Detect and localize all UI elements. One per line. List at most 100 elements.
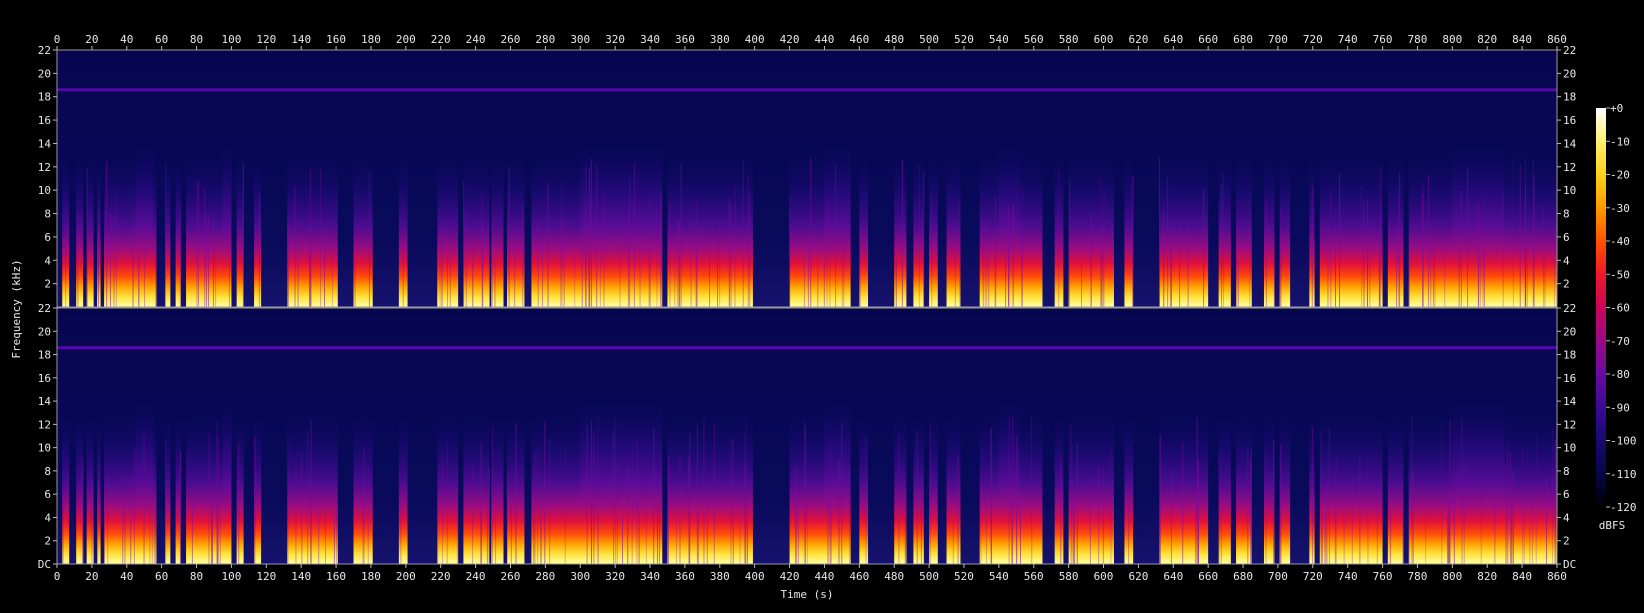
x-tick-label-top: 280 bbox=[535, 33, 555, 46]
x-tick-label-top: 420 bbox=[780, 33, 800, 46]
x-tick-label-bottom: 700 bbox=[1268, 570, 1288, 583]
x-tick-label-bottom: 180 bbox=[361, 570, 381, 583]
y-tick-label-right: 14 bbox=[1563, 395, 1577, 408]
x-tick-label-top: 740 bbox=[1338, 33, 1358, 46]
x-tick-label-top: 760 bbox=[1373, 33, 1393, 46]
colorbar-tick-label: -40 bbox=[1610, 235, 1630, 248]
x-tick-label-top: 60 bbox=[155, 33, 168, 46]
x-tick-label-top: 720 bbox=[1303, 33, 1323, 46]
x-tick-label-top: 40 bbox=[120, 33, 133, 46]
colorbar-ticks: +0 -10 -20 -30 -40 -50 -60 -70 -80 -90 -100 -110 -12… bbox=[1606, 102, 1637, 514]
colorbar-tick-label: -80 bbox=[1610, 368, 1630, 381]
y-tick-label-right: 2 bbox=[1563, 535, 1570, 548]
y-tick-label-right: 16 bbox=[1563, 114, 1576, 127]
y-tick-label-right: 4 bbox=[1563, 254, 1570, 267]
y-tick-label-left: 6 bbox=[44, 488, 51, 501]
x-tick-label-bottom: 300 bbox=[570, 570, 590, 583]
x-tick-label-bottom: 440 bbox=[815, 570, 835, 583]
y-tick-label-left: 22 bbox=[38, 302, 51, 315]
y-tick-label-right: 2 bbox=[1563, 278, 1570, 291]
colorbar-tick-label: -20 bbox=[1610, 169, 1630, 182]
x-tick-label-top: 560 bbox=[1024, 33, 1044, 46]
x-tick-label-bottom: 60 bbox=[155, 570, 168, 583]
y-tick-label-left: 18 bbox=[38, 91, 51, 104]
x-tick-label-bottom: 20 bbox=[85, 570, 98, 583]
y-tick-label-left: 14 bbox=[38, 137, 52, 150]
x-tick-label-bottom: 660 bbox=[1198, 570, 1218, 583]
x-tick-label-bottom: 600 bbox=[1094, 570, 1114, 583]
x-tick-label-bottom: 840 bbox=[1512, 570, 1532, 583]
y-tick-label-left: 16 bbox=[38, 114, 51, 127]
x-tick-label-bottom: 520 bbox=[954, 570, 974, 583]
y-tick-label-right: 14 bbox=[1563, 137, 1577, 150]
y-tick-label-right: 22 bbox=[1563, 44, 1576, 57]
colorbar-tick-label: -100 bbox=[1610, 435, 1637, 448]
x-tick-label-top: 600 bbox=[1094, 33, 1114, 46]
x-tick-label-top: 660 bbox=[1198, 33, 1218, 46]
x-axis-title: Time (s) bbox=[781, 588, 834, 601]
x-tick-label-bottom: 580 bbox=[1059, 570, 1079, 583]
x-tick-label-bottom: 200 bbox=[396, 570, 416, 583]
y-tick-label-right: 10 bbox=[1563, 442, 1576, 455]
x-tick-label-bottom: 560 bbox=[1024, 570, 1044, 583]
y-tick-label-right: 6 bbox=[1563, 231, 1570, 244]
x-tick-label-bottom: 140 bbox=[291, 570, 311, 583]
colorbar-tick-label: -50 bbox=[1610, 268, 1630, 281]
x-tick-label-top: 840 bbox=[1512, 33, 1532, 46]
y-tick-label-left: 18 bbox=[38, 349, 51, 362]
colorbar-tick-label: -70 bbox=[1610, 335, 1630, 348]
x-tick-label-bottom: 100 bbox=[221, 570, 241, 583]
x-tick-label-bottom: 820 bbox=[1477, 570, 1497, 583]
x-tick-label-top: 820 bbox=[1477, 33, 1497, 46]
x-tick-label-top: 400 bbox=[745, 33, 765, 46]
x-tick-label-top: 20 bbox=[85, 33, 98, 46]
y-tick-label-left: 8 bbox=[44, 465, 51, 478]
x-tick-label-bottom: 420 bbox=[780, 570, 800, 583]
y-tick-label-right: 16 bbox=[1563, 372, 1576, 385]
x-tick-label-bottom: 640 bbox=[1163, 570, 1183, 583]
y-tick-label-right: 8 bbox=[1563, 465, 1570, 478]
y-tick-label-right: 20 bbox=[1563, 325, 1576, 338]
colorbar-tick-label: -30 bbox=[1610, 202, 1630, 215]
y-tick-label-left: 6 bbox=[44, 231, 51, 244]
x-tick-label-top: 640 bbox=[1163, 33, 1183, 46]
y-tick-label-left: 2 bbox=[44, 535, 51, 548]
x-tick-label-top: 120 bbox=[256, 33, 276, 46]
y-tick-label-left: 4 bbox=[44, 254, 51, 267]
x-tick-label-top: 500 bbox=[919, 33, 939, 46]
y-tick-label-right: 8 bbox=[1563, 208, 1570, 221]
x-tick-label-bottom: 540 bbox=[989, 570, 1009, 583]
x-tick-label-top: 360 bbox=[675, 33, 695, 46]
x-tick-label-top: 160 bbox=[326, 33, 346, 46]
x-tick-label-top: 680 bbox=[1233, 33, 1253, 46]
x-tick-label-bottom: 160 bbox=[326, 570, 346, 583]
channel-2-plot bbox=[57, 308, 1557, 564]
x-tick-label-bottom: 460 bbox=[849, 570, 869, 583]
x-tick-label-top: 300 bbox=[570, 33, 590, 46]
spectrogram-chart: 0 0 20 20 40 40 60 60 80 80 100 100 120 120 140 140 160 1… bbox=[10, 33, 1637, 601]
x-tick-label-top: 700 bbox=[1268, 33, 1288, 46]
y-tick-label-right: 22 bbox=[1563, 302, 1576, 315]
x-tick-label-bottom: 740 bbox=[1338, 570, 1358, 583]
y-tick-label-left: 20 bbox=[38, 67, 51, 80]
x-tick-label-top: 620 bbox=[1128, 33, 1148, 46]
x-tick-label-bottom: 320 bbox=[605, 570, 625, 583]
x-tick-label-bottom: 280 bbox=[535, 570, 555, 583]
x-tick-label-bottom: 620 bbox=[1128, 570, 1148, 583]
x-tick-label-top: 580 bbox=[1059, 33, 1079, 46]
x-tick-label-top: 0 bbox=[54, 33, 61, 46]
x-tick-label-bottom: 0 bbox=[54, 570, 61, 583]
x-tick-label-top: 320 bbox=[605, 33, 625, 46]
x-tick-label-top: 380 bbox=[710, 33, 730, 46]
x-tick-label-bottom: 260 bbox=[501, 570, 521, 583]
y-tick-label-left: 12 bbox=[38, 418, 51, 431]
colorbar-tick-label: +0 bbox=[1610, 102, 1623, 115]
x-tick-label-bottom: 800 bbox=[1442, 570, 1462, 583]
y-tick-label-right: 18 bbox=[1563, 91, 1576, 104]
x-tick-label-top: 520 bbox=[954, 33, 974, 46]
x-tick-label-bottom: 500 bbox=[919, 570, 939, 583]
x-tick-label-top: 780 bbox=[1408, 33, 1428, 46]
y-tick-label-left: 10 bbox=[38, 184, 51, 197]
x-tick-label-top: 440 bbox=[815, 33, 835, 46]
y-tick-label-right: 18 bbox=[1563, 349, 1576, 362]
